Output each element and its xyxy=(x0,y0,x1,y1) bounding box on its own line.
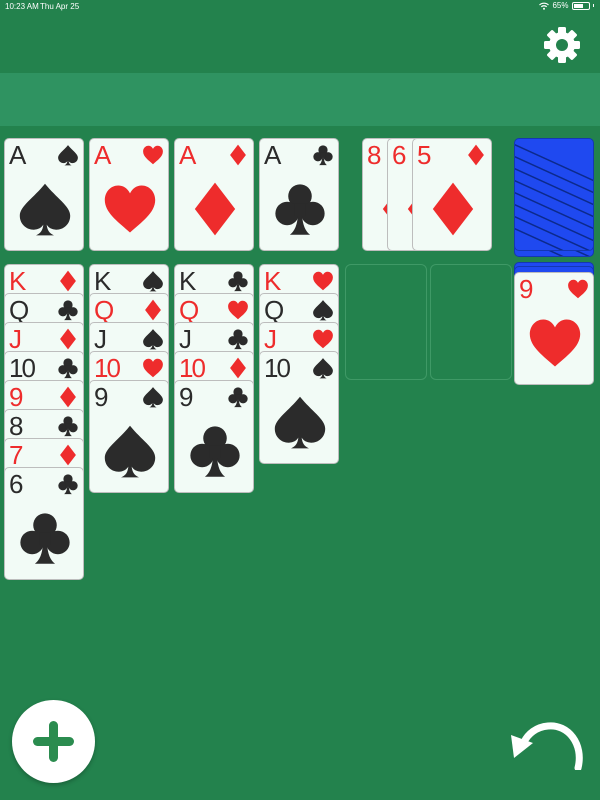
diamond-suit-large-icon xyxy=(187,179,243,239)
diamond-suit-icon xyxy=(227,357,249,379)
heart-suit-icon xyxy=(227,299,249,321)
card-rank: A xyxy=(264,140,281,170)
card-rank: A xyxy=(94,140,111,170)
status-date: Thu Apr 25 xyxy=(40,2,80,11)
empty-tableau-slot[interactable] xyxy=(345,264,427,380)
club-suit-icon xyxy=(57,415,79,437)
diamond-suit-icon xyxy=(57,444,79,466)
battery-icon xyxy=(571,1,590,10)
card-rank: 6 xyxy=(392,140,407,170)
spade-suit-icon xyxy=(312,299,334,321)
card-rank: 9 xyxy=(179,382,194,412)
heart-suit-icon xyxy=(567,278,589,300)
card-rank: J xyxy=(94,324,107,354)
diamond-suit-icon xyxy=(57,386,79,408)
card-rank: 10 xyxy=(94,353,121,383)
card-rank: 9 xyxy=(94,382,109,412)
card-back-pattern xyxy=(515,143,593,250)
club-suit-large-icon xyxy=(187,421,243,481)
card-rank: Q xyxy=(94,295,114,325)
card-rank: A xyxy=(9,140,26,170)
club-suit-icon xyxy=(227,386,249,408)
club-suit-icon xyxy=(57,357,79,379)
battery-tip xyxy=(592,4,594,7)
spade-suit-icon xyxy=(57,144,79,166)
battery-level xyxy=(573,3,583,8)
playing-card[interactable]: A xyxy=(4,138,84,251)
playing-card[interactable]: A xyxy=(259,138,339,251)
club-suit-icon xyxy=(57,473,79,495)
card-rank: J xyxy=(9,324,22,354)
heart-suit-icon xyxy=(312,328,334,350)
card-rank: K xyxy=(94,266,111,296)
heart-suit-icon xyxy=(142,144,164,166)
card-rank: 10 xyxy=(264,353,291,383)
playing-card[interactable]: A xyxy=(89,138,169,251)
wifi-icon xyxy=(539,2,550,10)
empty-tableau-slot[interactable] xyxy=(430,264,512,380)
plus-icon xyxy=(33,721,74,762)
spade-suit-large-icon xyxy=(272,392,328,452)
card-rank: 7 xyxy=(9,440,24,470)
spade-suit-large-icon xyxy=(102,421,158,481)
status-indicators: 65% xyxy=(539,1,594,10)
card-rank: Q xyxy=(179,295,199,325)
card-rank: J xyxy=(264,324,277,354)
info-bar xyxy=(0,73,600,126)
card-rank: K xyxy=(264,266,281,296)
playing-card[interactable]: A xyxy=(174,138,254,251)
playing-card[interactable]: 9 xyxy=(89,380,169,493)
status-bar: 10:23 AM Thu Apr 25 65% xyxy=(0,0,600,14)
gear-icon[interactable] xyxy=(542,25,582,65)
card-rank: 8 xyxy=(367,140,382,170)
battery-percent: 65% xyxy=(552,1,569,10)
club-suit-large-icon xyxy=(272,179,328,239)
playing-card[interactable]: 6 xyxy=(4,467,84,580)
club-suit-icon xyxy=(227,328,249,350)
card-rank: J xyxy=(179,324,192,354)
club-suit-icon xyxy=(227,270,249,292)
heart-suit-icon xyxy=(312,270,334,292)
card-rank: 8 xyxy=(9,411,24,441)
fanned-card[interactable]: 5 xyxy=(412,138,492,251)
card-rank: 9 xyxy=(519,274,534,304)
spade-suit-icon xyxy=(142,386,164,408)
waste-top-card[interactable]: 9 xyxy=(514,272,594,385)
diamond-suit-icon xyxy=(142,299,164,321)
card-rank: 5 xyxy=(417,140,432,170)
diamond-suit-icon xyxy=(465,144,487,166)
club-suit-icon xyxy=(312,144,334,166)
undo-arrow-icon[interactable] xyxy=(508,718,584,770)
status-time: 10:23 AM xyxy=(5,2,39,11)
spade-suit-icon xyxy=(142,270,164,292)
heart-suit-large-icon xyxy=(527,313,583,373)
heart-suit-large-icon xyxy=(102,179,158,239)
spade-suit-icon xyxy=(142,328,164,350)
spade-suit-large-icon xyxy=(17,179,73,239)
heart-suit-icon xyxy=(142,357,164,379)
playing-card[interactable]: 9 xyxy=(174,380,254,493)
card-rank: 9 xyxy=(9,382,24,412)
diamond-suit-icon xyxy=(57,328,79,350)
club-suit-large-icon xyxy=(17,508,73,568)
card-rank: A xyxy=(179,140,196,170)
card-rank: 10 xyxy=(9,353,36,383)
new-game-button[interactable] xyxy=(12,700,95,783)
card-rank: 6 xyxy=(9,469,24,499)
card-rank: K xyxy=(179,266,196,296)
club-suit-icon xyxy=(57,299,79,321)
playing-card[interactable]: 10 xyxy=(259,351,339,464)
card-rank: Q xyxy=(264,295,284,325)
diamond-suit-icon xyxy=(227,144,249,166)
card-rank: Q xyxy=(9,295,29,325)
diamond-suit-icon xyxy=(57,270,79,292)
card-rank: K xyxy=(9,266,26,296)
card-rank: 10 xyxy=(179,353,206,383)
diamond-suit-large-icon xyxy=(425,179,481,239)
spade-suit-icon xyxy=(312,357,334,379)
stock-pile-card[interactable] xyxy=(514,138,594,251)
